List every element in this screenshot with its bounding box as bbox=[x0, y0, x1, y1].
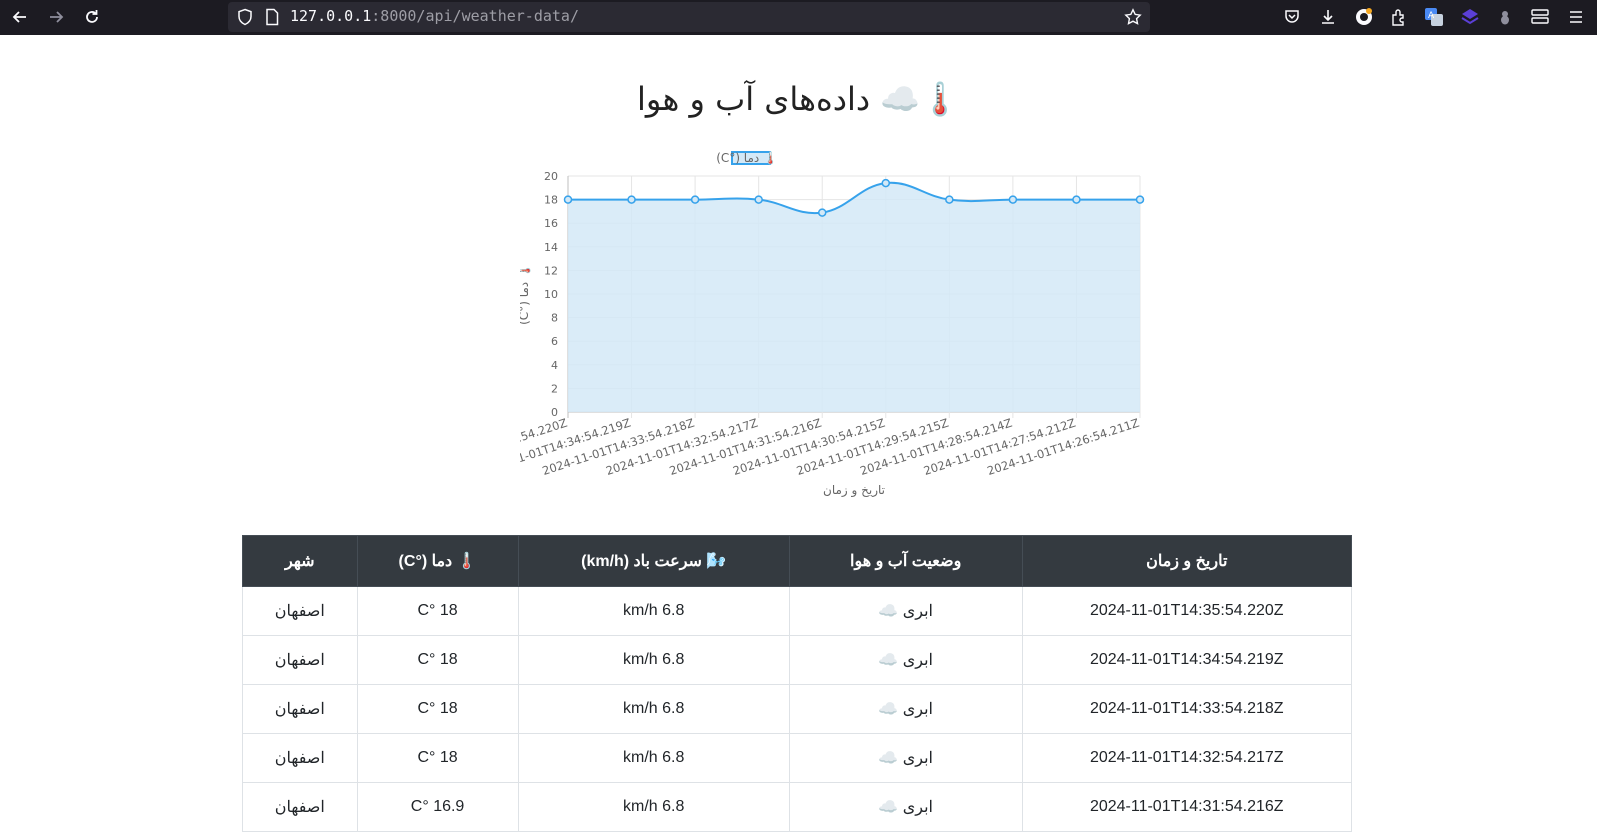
menu-icon[interactable] bbox=[1565, 6, 1587, 28]
layers-extension-icon[interactable] bbox=[1459, 6, 1481, 28]
cell-temperature: 18 °C bbox=[356, 635, 519, 685]
cell-temperature: 18 °C bbox=[356, 684, 519, 734]
reload-icon bbox=[86, 10, 98, 23]
cell-temperature: 16.9 °C bbox=[356, 782, 519, 832]
downloads-icon[interactable] bbox=[1317, 6, 1339, 28]
reload-button[interactable] bbox=[78, 4, 106, 30]
cell-city: اصفهان bbox=[242, 733, 358, 783]
data-point bbox=[817, 208, 827, 217]
bookmark-star-icon[interactable] bbox=[1124, 8, 1142, 26]
page-title: 🌡️☁️ داده‌های آب و هوا bbox=[637, 80, 960, 118]
cell-city: اصفهان bbox=[242, 684, 358, 734]
table-header-row: تاریخ و زمان وضعیت آب و هوا 🌬️ سرعت باد … bbox=[242, 535, 1352, 587]
y-tick-label: 20 bbox=[544, 170, 558, 183]
sidebar-toggle-icon[interactable] bbox=[1529, 6, 1551, 28]
y-tick-label: 8 bbox=[551, 312, 558, 325]
shield-icon[interactable] bbox=[236, 8, 254, 26]
account-icon[interactable] bbox=[1353, 6, 1375, 28]
header-wind-speed: 🌬️ سرعت باد (km/h) bbox=[517, 535, 790, 587]
cell-time: 2024-11-01T14:34:54.219Z bbox=[1021, 635, 1352, 685]
arrow-right-icon bbox=[50, 11, 64, 23]
table-row: 2024-11-01T14:31:54.216Z ابری ☁️ 6.8 km/… bbox=[242, 782, 1352, 832]
y-tick-label: 14 bbox=[544, 241, 558, 254]
back-button[interactable] bbox=[6, 4, 34, 30]
cell-city: اصفهان bbox=[242, 782, 358, 832]
pocket-icon[interactable] bbox=[1281, 6, 1303, 28]
extensions-icon[interactable] bbox=[1388, 6, 1410, 28]
cell-time: 2024-11-01T14:31:54.216Z bbox=[1021, 782, 1352, 832]
cell-condition: ابری ☁️ bbox=[788, 684, 1023, 734]
y-tick-label: 4 bbox=[551, 359, 558, 372]
data-point bbox=[690, 195, 700, 204]
cell-condition: ابری ☁️ bbox=[788, 635, 1023, 685]
cell-temperature: 18 °C bbox=[356, 586, 519, 636]
translate-icon[interactable]: A bbox=[1423, 6, 1445, 28]
url-path: :8000/api/weather-data/ bbox=[371, 7, 579, 25]
cell-city: اصفهان bbox=[242, 586, 358, 636]
data-point bbox=[1135, 195, 1145, 204]
cell-time: 2024-11-01T14:33:54.218Z bbox=[1021, 684, 1352, 734]
cell-wind-speed: 6.8 km/h bbox=[517, 782, 790, 832]
cell-wind-speed: 6.8 km/h bbox=[517, 586, 790, 636]
y-tick-label: 2 bbox=[551, 382, 558, 395]
data-point bbox=[1008, 195, 1018, 204]
forward-button[interactable] bbox=[42, 4, 70, 30]
cell-wind-speed: 6.8 km/h bbox=[517, 684, 790, 734]
svg-text:A: A bbox=[1428, 11, 1435, 21]
table-row: 2024-11-01T14:33:54.218Z ابری ☁️ 6.8 km/… bbox=[242, 684, 1352, 734]
cell-condition: ابری ☁️ bbox=[788, 733, 1023, 783]
cell-temperature: 18 °C bbox=[356, 733, 519, 783]
y-tick-label: 12 bbox=[544, 264, 558, 277]
arrow-left-icon bbox=[12, 11, 26, 23]
table-row: 2024-11-01T14:35:54.220Z ابری ☁️ 6.8 km/… bbox=[242, 586, 1352, 636]
y-tick-label: 10 bbox=[544, 288, 558, 301]
url-text[interactable]: 127.0.0.1:8000/api/weather-data/ bbox=[290, 7, 579, 25]
weather-table: تاریخ و زمان وضعیت آب و هوا 🌬️ سرعت باد … bbox=[242, 535, 1352, 832]
header-temperature: 🌡️ دما (°C) bbox=[356, 535, 519, 587]
temperature-area bbox=[568, 182, 1140, 412]
cell-time: 2024-11-01T14:35:54.220Z bbox=[1021, 586, 1352, 636]
url-host: 127.0.0.1 bbox=[290, 7, 372, 25]
legend-label: 🌡️ دما (°C) bbox=[716, 151, 778, 165]
cell-city: اصفهان bbox=[242, 635, 358, 685]
table-row: 2024-11-01T14:32:54.217Z ابری ☁️ 6.8 km/… bbox=[242, 733, 1352, 783]
cell-condition: ابری ☁️ bbox=[788, 586, 1023, 636]
y-tick-label: 18 bbox=[544, 194, 558, 207]
data-point bbox=[945, 195, 954, 204]
header-time: تاریخ و زمان bbox=[1021, 535, 1352, 587]
table-row: 2024-11-01T14:34:54.219Z ابری ☁️ 6.8 km/… bbox=[242, 635, 1352, 685]
temperature-chart: 024681012141618202024-11-01T14:35:54.220… bbox=[520, 151, 1145, 498]
data-point bbox=[627, 195, 636, 204]
cell-time: 2024-11-01T14:32:54.217Z bbox=[1021, 733, 1352, 783]
data-point bbox=[563, 195, 573, 204]
y-axis-label: 🌡️ دما (°C) bbox=[520, 263, 531, 325]
cell-wind-speed: 6.8 km/h bbox=[517, 733, 790, 783]
data-point bbox=[754, 195, 763, 204]
bug-extension-icon[interactable] bbox=[1494, 6, 1516, 28]
cell-wind-speed: 6.8 km/h bbox=[517, 635, 790, 685]
browser-toolbar: 127.0.0.1:8000/api/weather-data/ A bbox=[0, 0, 1597, 35]
x-axis-label: تاریخ و زمان bbox=[823, 483, 885, 498]
header-city: شهر bbox=[242, 535, 358, 587]
page-icon bbox=[266, 8, 279, 26]
cell-condition: ابری ☁️ bbox=[788, 782, 1023, 832]
data-point bbox=[1072, 195, 1081, 204]
data-point bbox=[881, 178, 891, 188]
y-tick-label: 6 bbox=[551, 335, 558, 348]
y-tick-label: 16 bbox=[544, 217, 558, 230]
address-bar[interactable]: 127.0.0.1:8000/api/weather-data/ bbox=[228, 2, 1150, 32]
header-condition: وضعیت آب و هوا bbox=[788, 535, 1023, 587]
